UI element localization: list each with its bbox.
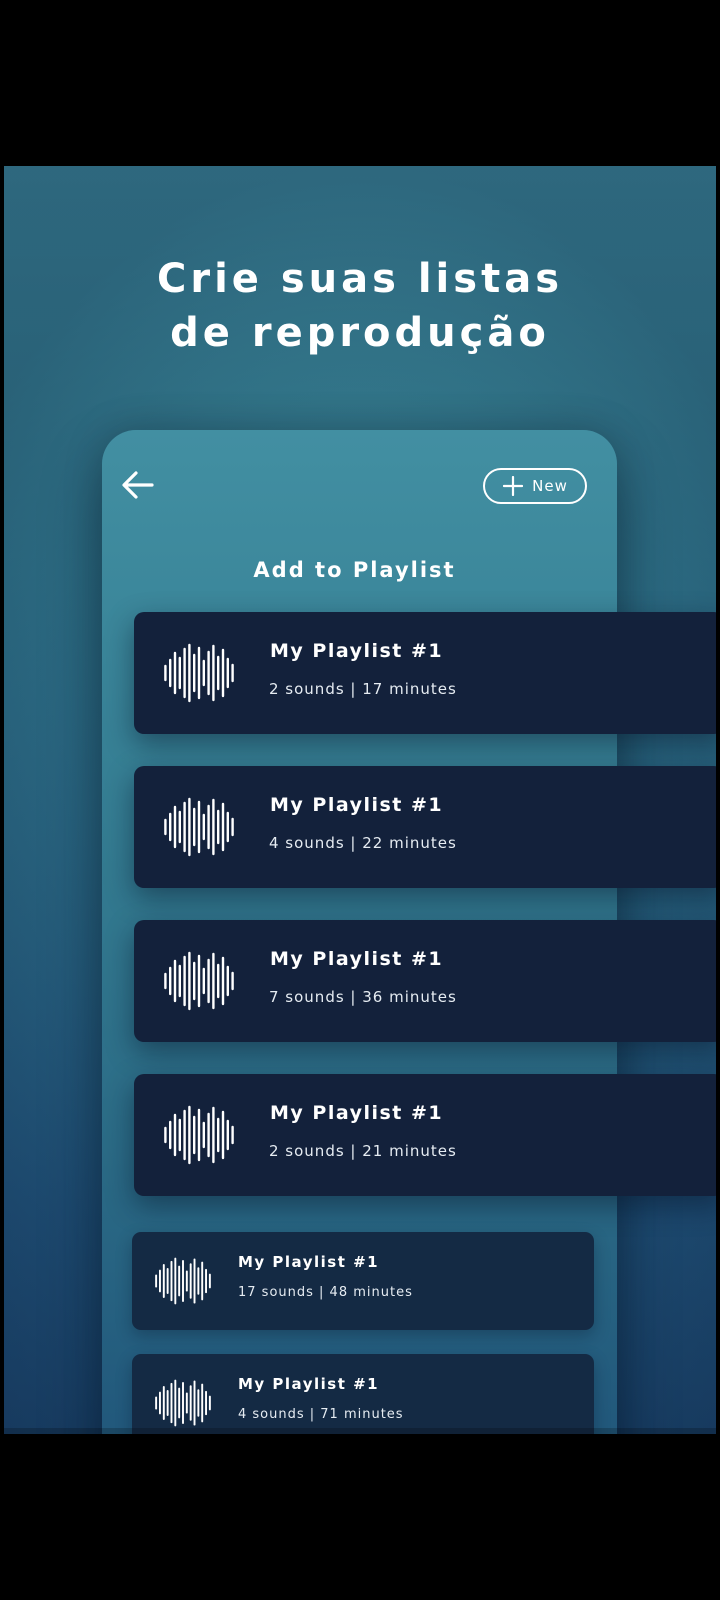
back-button[interactable] (120, 468, 156, 502)
bottom-edge (4, 1428, 716, 1434)
playlist-meta: 2 sounds | 17 minutes (269, 680, 457, 698)
sound-wave-icon (164, 643, 234, 703)
playlist-name: My Playlist #1 (238, 1253, 380, 1271)
headline-line-1: Crie suas listas (156, 256, 563, 302)
playlist-card[interactable]: My Playlist #1 17 sounds | 48 minutes (132, 1232, 594, 1330)
sound-wave-icon (164, 1105, 234, 1165)
playlist-card[interactable]: My Playlist #1 2 sounds | 21 minutes (134, 1074, 716, 1196)
playlist-name: My Playlist #1 (270, 948, 444, 970)
playlist-card[interactable]: My Playlist #1 4 sounds | 71 minutes (132, 1354, 594, 1434)
playlist-name: My Playlist #1 (270, 794, 444, 816)
new-playlist-button[interactable]: New (483, 468, 587, 504)
playlist-meta: 4 sounds | 22 minutes (269, 834, 457, 852)
new-button-label: New (532, 477, 568, 495)
playlist-card[interactable]: My Playlist #1 2 sounds | 17 minutes (134, 612, 716, 734)
sound-wave-icon (155, 1257, 211, 1305)
arrow-left-icon (122, 471, 154, 499)
playlist-meta: 2 sounds | 21 minutes (269, 1142, 457, 1160)
playlist-name: My Playlist #1 (238, 1375, 380, 1393)
plus-icon (502, 475, 524, 497)
playlist-card[interactable]: My Playlist #1 4 sounds | 22 minutes (134, 766, 716, 888)
playlist-meta: 7 sounds | 36 minutes (269, 988, 457, 1006)
playlist-meta: 17 sounds | 48 minutes (238, 1285, 413, 1300)
playlist-name: My Playlist #1 (270, 640, 444, 662)
sound-wave-icon (155, 1379, 211, 1427)
promo-headline: Crie suas listas de reprodução (4, 252, 716, 360)
playlist-meta: 4 sounds | 71 minutes (238, 1407, 404, 1422)
playlist-name: My Playlist #1 (270, 1102, 444, 1124)
sound-wave-icon (164, 951, 234, 1011)
sound-wave-icon (164, 797, 234, 857)
playlist-card[interactable]: My Playlist #1 7 sounds | 36 minutes (134, 920, 716, 1042)
headline-line-2: de reprodução (170, 310, 550, 356)
screen-title: Add to Playlist (253, 558, 456, 582)
promo-screen: Crie suas listas de reprodução New Add t… (4, 166, 716, 1434)
